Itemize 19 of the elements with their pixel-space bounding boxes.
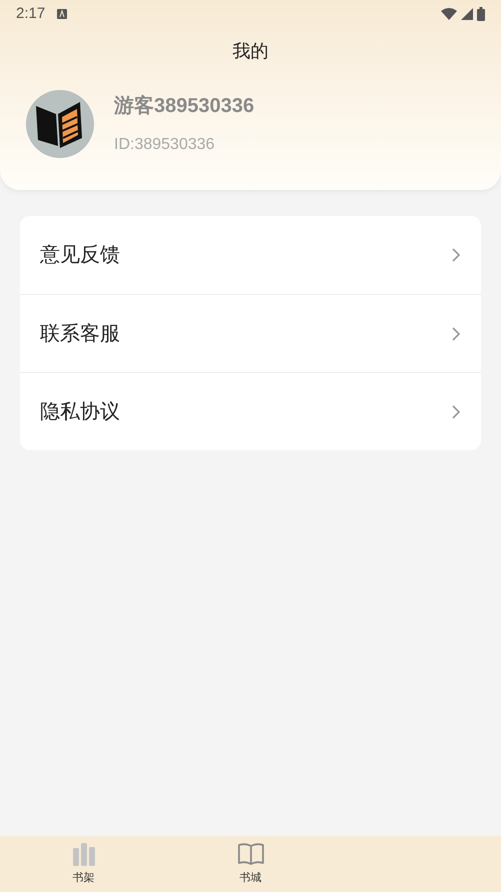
chevron-right-icon [451, 326, 461, 342]
wifi-icon [441, 8, 457, 20]
tab-item[interactable]: 书城 [167, 836, 334, 892]
bookshelf-icon [70, 842, 96, 866]
menu-item[interactable]: 联系客服 [20, 294, 481, 372]
signal-icon [461, 8, 473, 20]
avatar-book-icon [26, 90, 94, 158]
page-title: 我的 [232, 40, 268, 62]
status-time: 2:17 [16, 4, 46, 24]
menu-item[interactable]: 意见反馈 [20, 216, 481, 294]
tab-item[interactable]: 书架 [0, 836, 167, 892]
battery-icon [477, 7, 485, 21]
user-id: ID:389530336 [114, 135, 216, 155]
chevron-right-icon [451, 247, 461, 263]
chevron-right-icon [451, 404, 461, 420]
book-icon [236, 842, 264, 866]
notification-icon [57, 9, 68, 19]
menu-item[interactable]: 隐私协议 [20, 372, 481, 450]
user-name: 游客389530336 [114, 94, 254, 119]
